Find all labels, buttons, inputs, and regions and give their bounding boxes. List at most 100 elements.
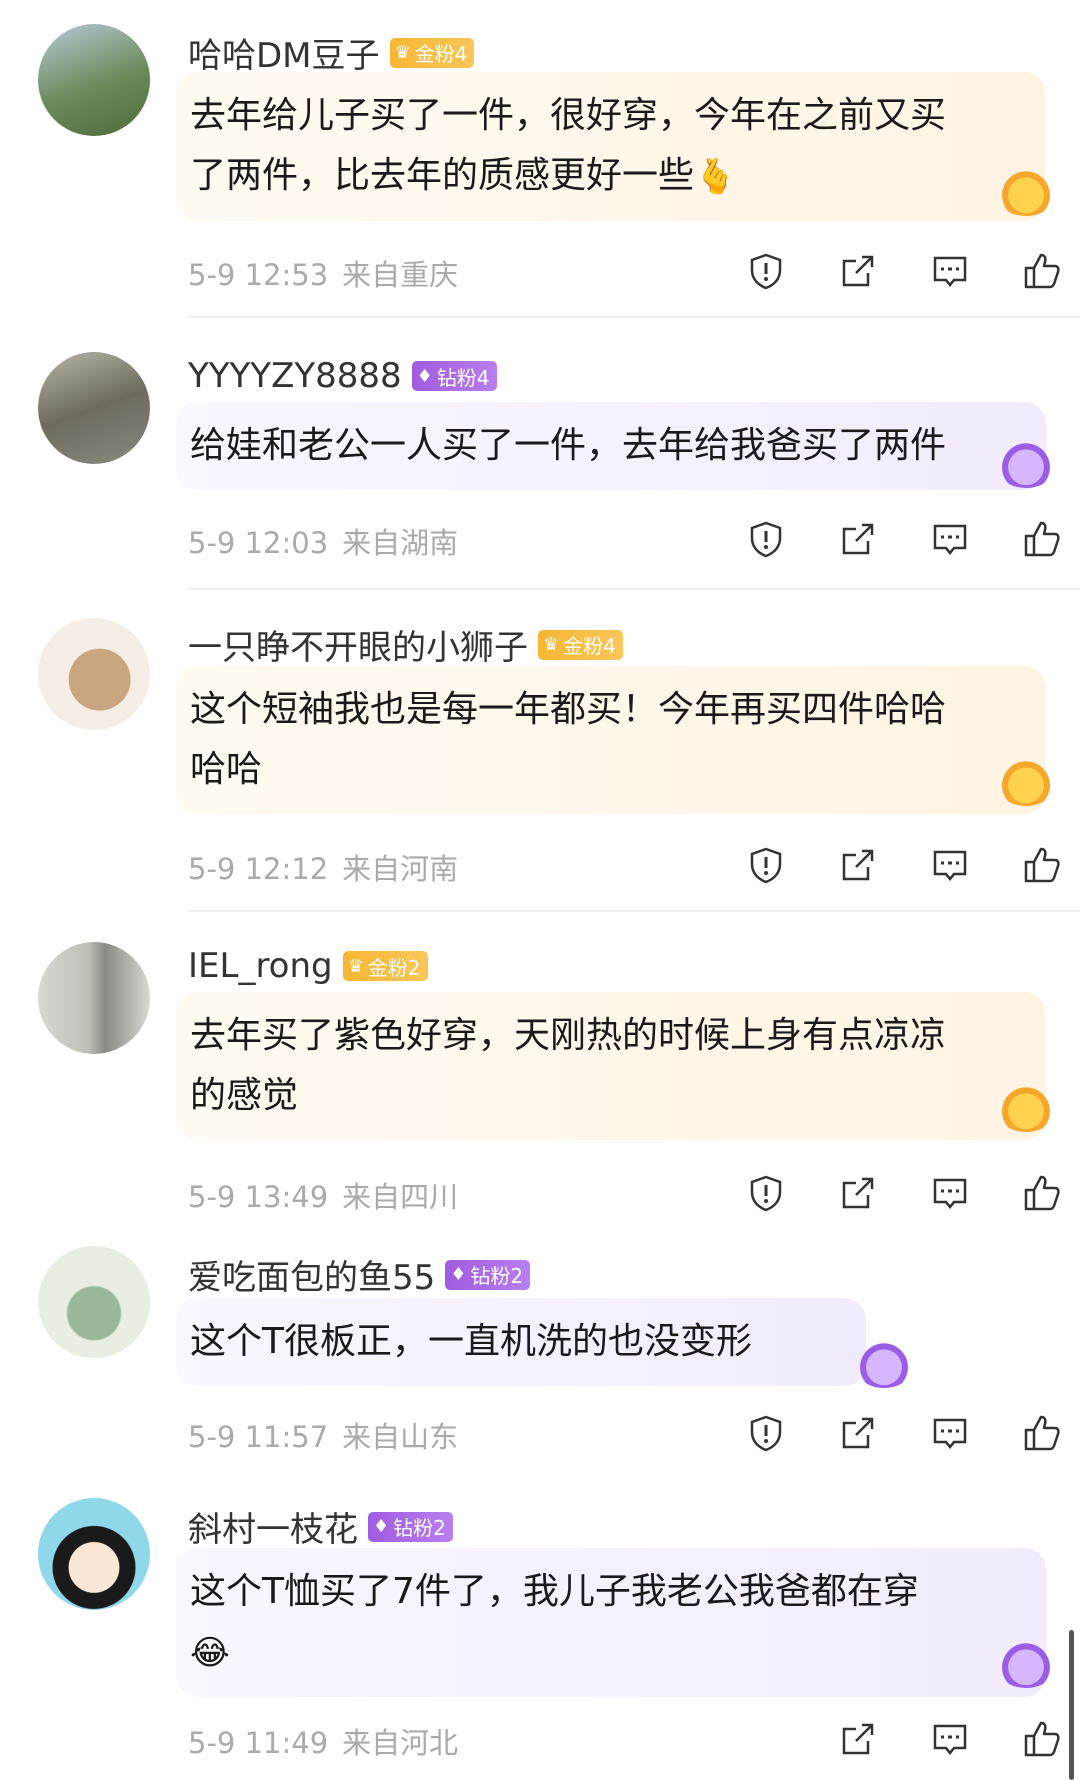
report-button[interactable] [720,1166,812,1220]
like-button[interactable] [996,244,1080,298]
comment-meta: 5-9 11:49 来自河北 [188,1726,459,1760]
report-button[interactable] [720,244,812,298]
share-button[interactable] [812,1712,904,1766]
divider [188,316,1080,318]
gold-fan-decoration-icon [996,1086,1056,1132]
share-button[interactable] [812,838,904,892]
like-button[interactable] [996,1166,1080,1220]
share-icon [842,523,874,555]
comment-icon [933,850,967,882]
username[interactable]: 斜村一枝花 ♦ 钻粉2 [188,1502,453,1551]
fan-badge: ♛ 金粉2 [342,951,428,981]
reply-button[interactable] [904,838,996,892]
reply-button[interactable] [904,1406,996,1460]
username[interactable]: IEL_rong ♛ 金粉2 [188,946,428,986]
diamond-icon: ♦ [450,1264,467,1285]
comment-icon [933,524,967,556]
share-icon [842,849,874,881]
comment-icon [933,256,967,288]
diamond-icon: ♦ [416,365,433,387]
comment-actions [720,838,1080,892]
share-button[interactable] [812,244,904,298]
diamond-fan-decoration-icon [996,442,1056,488]
username[interactable]: 一只睁不开眼的小狮子 ♛ 金粉4 [188,620,623,669]
thumbs-up-icon [1024,847,1060,883]
comment-meta: 5-9 12:12 来自河南 [188,852,459,886]
comment-actions [812,1712,1080,1766]
comment-actions [720,512,1080,566]
share-button[interactable] [812,1166,904,1220]
like-button[interactable] [996,1406,1080,1460]
shield-alert-icon [750,847,782,884]
comment-actions [720,1406,1080,1460]
shield-alert-icon [750,1175,782,1212]
avatar[interactable] [38,352,150,464]
thumbs-up-icon [1024,1175,1060,1211]
share-button[interactable] [812,512,904,566]
share-button[interactable] [812,1406,904,1460]
scrollbar[interactable] [1069,1630,1074,1780]
divider [188,588,1080,590]
gold-fan-decoration-icon [996,170,1056,216]
report-button[interactable] [720,1406,812,1460]
share-icon [842,1177,874,1209]
crown-icon: ♛ [543,634,560,655]
finger-heart-emoji: 🫰 [694,157,737,197]
fan-badge: ♛ 金粉4 [389,37,475,68]
thumbs-up-icon [1024,521,1060,557]
comment-text[interactable]: 这个T很板正，一直机洗的也没变形 [176,1298,866,1386]
avatar[interactable] [38,942,150,1054]
fan-badge: ♦ 钻粉2 [445,1259,531,1290]
share-icon [842,1417,874,1449]
comment-text[interactable]: 给娃和老公一人买了一件，去年给我爸买了两件 [176,402,1046,490]
comment-meta: 5-9 11:57 来自山东 [188,1420,459,1454]
shield-alert-icon [750,253,782,290]
reply-button[interactable] [904,1166,996,1220]
thumbs-up-icon [1024,253,1060,289]
fan-badge: ♦ 钻粉4 [411,361,497,391]
divider [188,910,1080,912]
comment-meta: 5-9 12:03 来自湖南 [188,526,459,560]
comment-icon [933,1418,967,1450]
shield-alert-icon [750,521,782,558]
report-button[interactable] [720,838,812,892]
comment-actions [720,1166,1080,1220]
report-button[interactable] [720,512,812,566]
fan-badge: ♛ 金粉4 [538,629,623,660]
comment-icon [933,1724,967,1756]
comment-text[interactable]: 去年给儿子买了一件，很好穿，今年在之前又买 了两件，比去年的质感更好一些🫰 [176,72,1046,221]
diamond-fan-decoration-icon [996,1642,1056,1688]
username[interactable]: YYYYZY8888 ♦ 钻粉4 [188,356,497,396]
avatar[interactable] [38,1498,150,1610]
comment-text[interactable]: 这个T恤买了7件了，我儿子我老公我爸都在穿 😂 [176,1548,1046,1697]
username[interactable]: 爱吃面包的鱼55 ♦ 钻粉2 [188,1250,531,1299]
shield-alert-icon [750,1415,782,1452]
thumbs-up-icon [1024,1721,1060,1757]
username[interactable]: 哈哈DM豆子 ♛ 金粉4 [188,28,475,77]
reply-button[interactable] [904,244,996,298]
reply-button[interactable] [904,1712,996,1766]
fan-badge: ♦ 钻粉2 [368,1511,453,1542]
reply-button[interactable] [904,512,996,566]
diamond-fan-decoration-icon [854,1342,914,1388]
comment-text[interactable]: 这个短袖我也是每一年都买！今年再买四件哈哈 哈哈 [176,666,1046,814]
like-button[interactable] [996,838,1080,892]
comment-meta: 5-9 12:53 来自重庆 [188,258,459,292]
like-button[interactable] [996,1712,1080,1766]
avatar[interactable] [38,618,150,730]
like-button[interactable] [996,512,1080,566]
share-icon [842,255,874,287]
comment-actions [720,244,1080,298]
diamond-icon: ♦ [373,1516,390,1537]
comment-text[interactable]: 去年买了紫色好穿，天刚热的时候上身有点凉凉 的感觉 [176,992,1046,1140]
share-icon [842,1723,874,1755]
avatar[interactable] [38,1246,150,1358]
gold-fan-decoration-icon [996,760,1056,806]
laughing-emoji: 😂 [190,1633,230,1673]
crown-icon: ♛ [394,42,411,63]
comment-icon [933,1178,967,1210]
avatar[interactable] [38,24,150,136]
thumbs-up-icon [1024,1415,1060,1451]
crown-icon: ♛ [347,955,364,977]
comment-meta: 5-9 13:49 来自四川 [188,1180,459,1214]
